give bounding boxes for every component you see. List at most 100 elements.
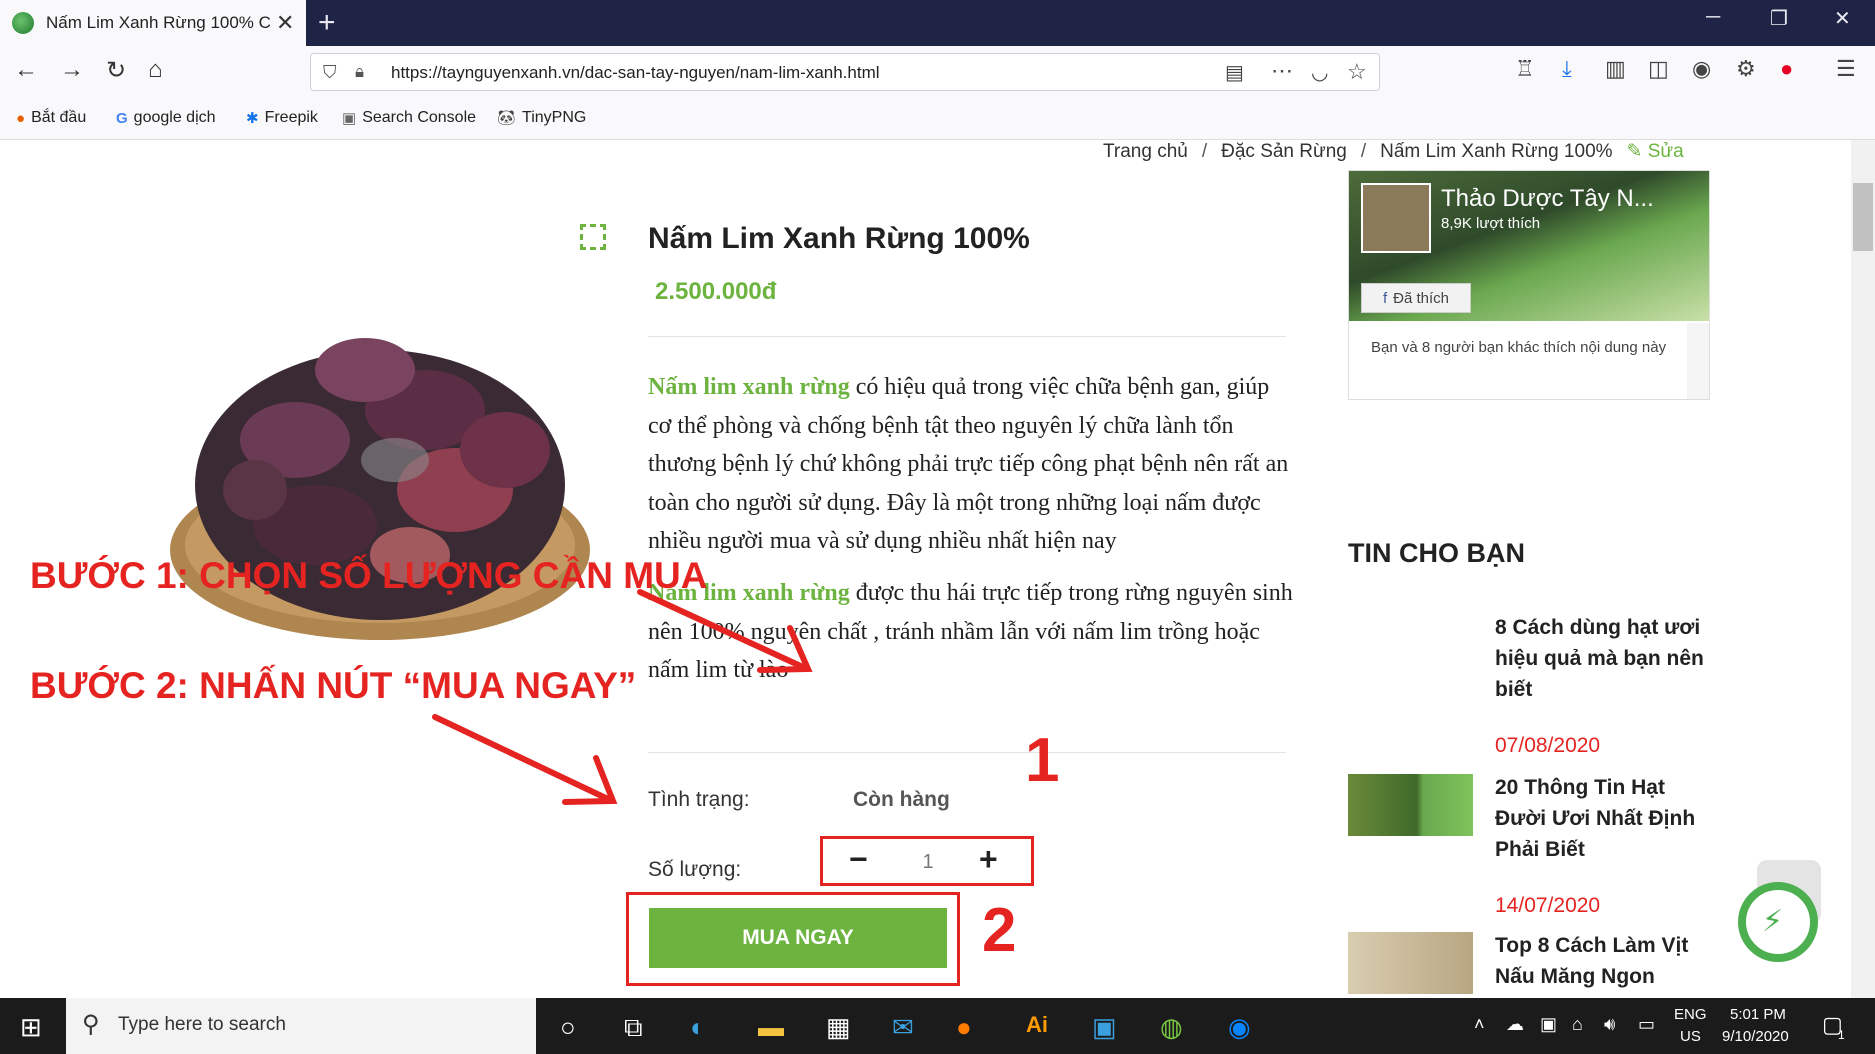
- navigation-bar: ← → ↻ ⌂ ⛉ 🔒︎ https://taynguyenxanh.vn/da…: [0, 46, 1875, 98]
- bookmark-star-icon[interactable]: ☆: [1347, 59, 1367, 85]
- shield-icon[interactable]: ⛉: [323, 62, 337, 83]
- volume-icon[interactable]: 🔊︎: [1604, 1014, 1615, 1035]
- step-2-arrow: [432, 714, 613, 803]
- news-item-thumbnail[interactable]: [1348, 774, 1473, 836]
- breadcrumb-current: Nấm Lim Xanh Rừng 100%: [1380, 141, 1613, 162]
- windows-start-icon[interactable]: ⊞: [20, 1012, 42, 1043]
- facebook-page-avatar[interactable]: [1361, 183, 1431, 253]
- language-region[interactable]: US: [1680, 1028, 1701, 1045]
- page-content: Trang chủ / Đặc Sản Rừng / Nấm Lim Xanh Rừng…: [0, 140, 1875, 998]
- cortana-icon[interactable]: ○: [560, 1012, 576, 1043]
- edit-link[interactable]: ✎ Sửa: [1627, 141, 1684, 162]
- more-actions-icon[interactable]: ⋯: [1271, 58, 1293, 84]
- breadcrumb-separator: /: [1201, 141, 1208, 162]
- annotation-arrows: [432, 589, 813, 805]
- browser-tab[interactable]: Nấm Lim Xanh Rừng 100% Côn ✕: [0, 0, 306, 46]
- edge-icon[interactable]: ◐: [690, 1012, 706, 1043]
- zalo-icon[interactable]: ◉: [1228, 1012, 1251, 1043]
- mail-icon[interactable]: ✉: [892, 1012, 914, 1043]
- close-window-icon[interactable]: ✕: [1834, 6, 1851, 31]
- sidebar-icon[interactable]: ◫: [1648, 56, 1669, 82]
- taskbar-search-placeholder: Type here to search: [118, 1014, 286, 1035]
- download-icon[interactable]: ⤓: [1562, 56, 1572, 82]
- onedrive-icon[interactable]: ☁: [1506, 1014, 1524, 1035]
- store-icon[interactable]: ▦: [826, 1012, 851, 1043]
- bookmark-item-tinypng[interactable]: 🐼︎ TinyPNG: [497, 109, 586, 127]
- site-favicon-icon: [12, 12, 34, 34]
- home-icon[interactable]: ⌂: [148, 56, 163, 84]
- facebook-widget-scrollbar[interactable]: [1687, 323, 1709, 399]
- firefox-taskbar-icon[interactable]: ●: [956, 1012, 972, 1043]
- clock-date[interactable]: 9/10/2020: [1722, 1028, 1789, 1045]
- firefox-icon: ●: [16, 109, 26, 127]
- facebook-page-name[interactable]: Thảo Dược Tây N...: [1441, 185, 1654, 213]
- news-item-title[interactable]: Top 8 Cách Làm Vịt Nấu Măng Ngon: [1495, 930, 1705, 992]
- back-icon[interactable]: ←: [14, 56, 38, 84]
- address-bar[interactable]: ⛉ 🔒︎ https://taynguyenxanh.vn/dac-san-ta…: [310, 53, 1380, 91]
- google-icon: G: [116, 109, 128, 127]
- bookmarks-bar: ● Bắt đầu Ggoogle dịch ✱ Freepik ▣ Search C…: [0, 98, 1875, 140]
- clock-time[interactable]: 5:01 PM: [1730, 1006, 1786, 1023]
- tray-expand-icon[interactable]: ˄: [1474, 1014, 1485, 1035]
- windows-taskbar: ⊞ ⚲ Type here to search ○ ⧉ ◐ ▬ ▦ ✉ ● Ai…: [0, 998, 1875, 1054]
- bookmark-label: Bắt đầu: [31, 109, 87, 126]
- bookmark-item-start[interactable]: ● Bắt đầu: [16, 109, 86, 127]
- control-panel-icon[interactable]: ▣: [1092, 1012, 1117, 1043]
- bookmark-label: google dịch: [133, 109, 216, 126]
- reload-icon[interactable]: ↻: [106, 56, 126, 85]
- page-scrollbar[interactable]: [1851, 140, 1875, 998]
- facebook-icon: f: [1382, 289, 1388, 307]
- taskbar-search[interactable]: ⚲ Type here to search: [66, 998, 536, 1054]
- close-tab-icon[interactable]: ✕: [276, 10, 294, 36]
- restore-icon[interactable]: ❐: [1770, 6, 1788, 31]
- facebook-liked-button[interactable]: f Đã thích: [1361, 283, 1471, 313]
- account-icon[interactable]: ◉: [1692, 56, 1711, 82]
- tinypng-icon: 🐼︎: [497, 110, 517, 127]
- url-text[interactable]: https://taynguyenxanh.vn/dac-san-tay-ngu…: [391, 63, 880, 83]
- facebook-page-widget[interactable]: Thảo Dược Tây N... 8,9K lượt thích f Đã t…: [1348, 170, 1710, 400]
- breadcrumb-separator: /: [1360, 141, 1367, 162]
- pocket-icon[interactable]: ◡: [1311, 60, 1328, 85]
- edit-label: Sửa: [1647, 141, 1684, 162]
- pinterest-icon[interactable]: ●: [1780, 56, 1793, 82]
- reader-view-icon[interactable]: ▤: [1225, 60, 1244, 85]
- illustrator-icon[interactable]: Ai: [1026, 1012, 1048, 1038]
- news-item-title[interactable]: 20 Thông Tin Hạt Đười Ươi Nhất Định Phải…: [1495, 772, 1705, 865]
- extension-icon[interactable]: ♖: [1515, 56, 1535, 82]
- facebook-friends-text: Bạn và 8 người bạn khác thích nội dung n…: [1371, 339, 1667, 356]
- bookmark-item-google-translate[interactable]: Ggoogle dịch: [116, 109, 216, 127]
- bookmark-item-freepik[interactable]: ✱ Freepik: [246, 109, 318, 127]
- app-icon[interactable]: ◍: [1160, 1012, 1183, 1043]
- battery-icon[interactable]: ▭: [1638, 1014, 1655, 1035]
- file-explorer-icon[interactable]: ▬: [758, 1012, 784, 1043]
- breadcrumb-home[interactable]: Trang chủ: [1103, 141, 1188, 162]
- gear-icon[interactable]: ⚙: [1736, 56, 1756, 82]
- news-item-thumbnail[interactable]: [1348, 932, 1473, 994]
- step-1-arrow: [637, 589, 808, 671]
- news-item-date: 14/07/2020: [1495, 894, 1601, 917]
- minimize-icon[interactable]: ─: [1706, 6, 1720, 29]
- language-indicator[interactable]: ENG: [1674, 1006, 1707, 1023]
- forward-icon[interactable]: →: [60, 56, 84, 84]
- bookmark-label: TinyPNG: [522, 109, 587, 126]
- freepik-icon: ✱: [246, 110, 259, 127]
- network-icon[interactable]: ⌂: [1572, 1014, 1583, 1035]
- edit-icon: ✎: [1626, 141, 1648, 162]
- bookmark-label: Search Console: [362, 109, 477, 126]
- tab-title: Nấm Lim Xanh Rừng 100% Côn: [46, 13, 270, 32]
- scrollbar-thumb[interactable]: [1853, 183, 1873, 251]
- news-item-title[interactable]: 8 Cách dùng hạt ươi hiệu quả mà bạn nên …: [1495, 612, 1705, 705]
- search-icon: ⚲: [82, 1011, 100, 1038]
- task-view-icon[interactable]: ⧉: [624, 1012, 643, 1044]
- breadcrumb-category[interactable]: Đặc Sản Rừng: [1221, 141, 1347, 162]
- title-bar: Nấm Lim Xanh Rừng 100% Côn ✕ + ─ ❐ ✕: [0, 0, 1875, 46]
- library-icon[interactable]: ▥: [1605, 56, 1626, 82]
- bookmark-item-search-console[interactable]: ▣ Search Console: [342, 109, 476, 127]
- messenger-icon: ⚡︎: [1762, 905, 1784, 938]
- bookmark-label: Freepik: [264, 109, 318, 126]
- search-console-icon: ▣: [342, 110, 357, 127]
- lock-icon[interactable]: 🔒︎: [355, 62, 364, 82]
- new-tab-icon[interactable]: +: [318, 6, 336, 40]
- security-icon[interactable]: ▣: [1540, 1014, 1557, 1035]
- menu-icon[interactable]: ☰: [1836, 56, 1856, 82]
